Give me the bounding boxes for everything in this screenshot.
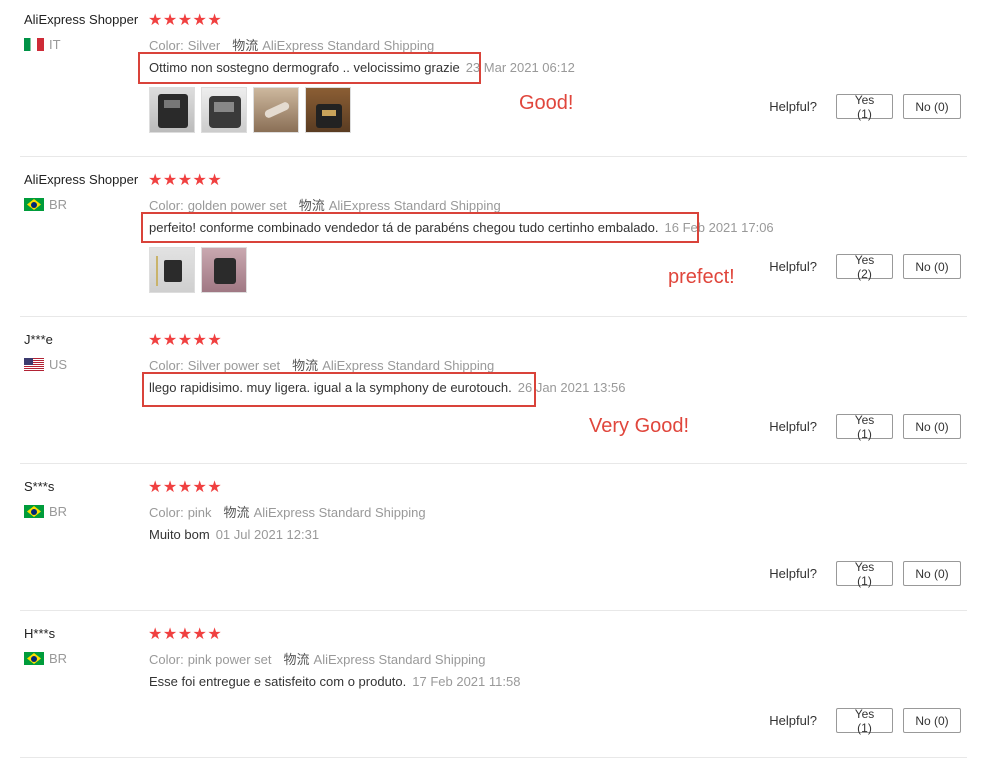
star-icon: ★	[148, 479, 163, 496]
star-icon: ★	[148, 626, 163, 643]
helpful-yes-button[interactable]: Yes (1)	[836, 560, 893, 588]
helpful-vote: Helpful? Yes (1) No (0)	[769, 93, 961, 121]
reviewer-name: AliExpress Shopper	[24, 12, 139, 27]
star-icon: ★	[207, 626, 223, 643]
helpful-no-button[interactable]: No (0)	[903, 94, 961, 119]
helpful-vote: Helpful? Yes (1) No (0)	[769, 413, 961, 441]
star-icon: ★	[207, 12, 223, 29]
star-icon: ★	[162, 172, 178, 189]
reviewer-name: AliExpress Shopper	[24, 172, 139, 187]
helpful-label: Helpful?	[769, 259, 817, 274]
reviewer-name: J***e	[24, 332, 53, 347]
helpful-vote: Helpful? Yes (1) No (0)	[769, 560, 961, 588]
star-icon: ★	[177, 12, 193, 29]
review-divider	[20, 610, 967, 611]
star-icon: ★	[207, 479, 223, 496]
rating-stars: ★★★★★	[148, 330, 222, 350]
annotation-text: Good!	[519, 92, 574, 114]
helpful-label: Helpful?	[769, 566, 817, 581]
helpful-vote: Helpful? Yes (1) No (0)	[769, 707, 961, 735]
star-icon: ★	[192, 12, 208, 29]
review-photo[interactable]	[149, 247, 195, 293]
review-date: 23 Mar 2021 06:12	[465, 60, 575, 75]
review-text-line: Muito bom 01 Jul 2021 12:31	[149, 527, 319, 542]
star-icon: ★	[162, 626, 178, 643]
star-icon: ★	[177, 172, 193, 189]
review-photo[interactable]	[253, 87, 299, 133]
review-photo[interactable]	[305, 87, 351, 133]
review-photos	[149, 247, 247, 293]
review-divider	[20, 757, 967, 758]
review-date: 01 Jul 2021 12:31	[215, 527, 320, 542]
sku-info: Color: pink 物流 AliExpress Standard Shipping	[149, 505, 426, 520]
helpful-yes-button[interactable]: Yes (2)	[836, 253, 893, 281]
helpful-yes-button[interactable]: Yes (1)	[836, 707, 893, 735]
helpful-no-button[interactable]: No (0)	[903, 254, 961, 279]
reviewer-country: BR	[24, 651, 67, 666]
star-icon: ★	[207, 332, 223, 349]
helpful-no-button[interactable]: No (0)	[903, 414, 961, 439]
reviewer-name: S***s	[24, 479, 55, 494]
helpful-yes-button[interactable]: Yes (1)	[836, 413, 893, 441]
flag-us-icon	[24, 358, 44, 371]
highlight-box	[141, 212, 699, 243]
review-photos	[149, 87, 351, 133]
reviewer-country: BR	[24, 504, 67, 519]
annotation-text: Very Good!	[589, 415, 690, 437]
highlight-box	[138, 52, 481, 84]
helpful-no-button[interactable]: No (0)	[903, 561, 961, 586]
review-divider	[20, 463, 967, 464]
flag-it-icon	[24, 38, 44, 51]
sku-info: Color: pink power set 物流 AliExpress Standar…	[149, 652, 486, 667]
flag-br-icon	[24, 652, 44, 665]
star-icon: ★	[148, 172, 163, 189]
reviewer-country: IT	[24, 37, 61, 52]
helpful-label: Helpful?	[769, 713, 817, 728]
highlight-box	[142, 372, 536, 407]
review-text: Muito bom	[149, 527, 210, 542]
reviewer-country: US	[24, 357, 67, 372]
review-photo[interactable]	[201, 87, 247, 133]
review-text: Esse foi entregue e satisfeito com o pro…	[149, 674, 407, 689]
helpful-yes-button[interactable]: Yes (1)	[836, 93, 893, 121]
helpful-label: Helpful?	[769, 419, 817, 434]
star-icon: ★	[192, 626, 208, 643]
reviewer-name: H***s	[24, 626, 56, 641]
review-photo[interactable]	[201, 247, 247, 293]
rating-stars: ★★★★★	[148, 624, 222, 644]
rating-stars: ★★★★★	[148, 477, 222, 497]
star-icon: ★	[207, 172, 223, 189]
helpful-no-button[interactable]: No (0)	[903, 708, 961, 733]
star-icon: ★	[162, 479, 178, 496]
star-icon: ★	[148, 12, 163, 29]
star-icon: ★	[192, 479, 208, 496]
helpful-vote: Helpful? Yes (2) No (0)	[769, 253, 961, 281]
rating-stars: ★★★★★	[148, 10, 222, 30]
reviewer-country: BR	[24, 197, 67, 212]
helpful-label: Helpful?	[769, 99, 817, 114]
review-photo[interactable]	[149, 87, 195, 133]
annotation-text: prefect!	[668, 266, 735, 288]
review-divider	[20, 156, 967, 157]
star-icon: ★	[177, 479, 193, 496]
flag-br-icon	[24, 198, 44, 211]
review-date: 17 Feb 2021 11:58	[412, 674, 521, 689]
star-icon: ★	[192, 332, 208, 349]
star-icon: ★	[162, 12, 178, 29]
star-icon: ★	[162, 332, 178, 349]
review-divider	[20, 316, 967, 317]
star-icon: ★	[148, 332, 163, 349]
review-text-line: Esse foi entregue e satisfeito com o pro…	[149, 674, 520, 689]
star-icon: ★	[192, 172, 208, 189]
flag-br-icon	[24, 505, 44, 518]
rating-stars: ★★★★★	[148, 170, 222, 190]
star-icon: ★	[177, 626, 193, 643]
star-icon: ★	[177, 332, 193, 349]
